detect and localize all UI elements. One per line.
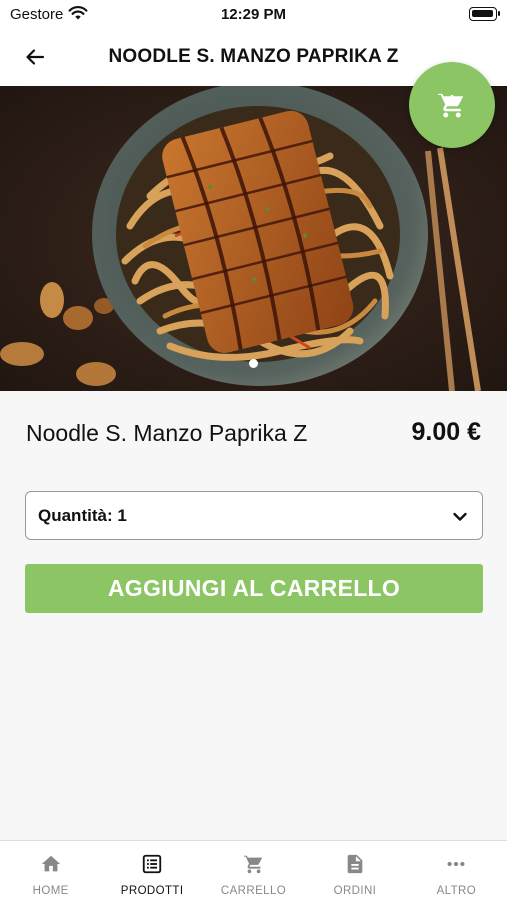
tab-label: ALTRO: [436, 885, 477, 897]
tab-home[interactable]: HOME: [0, 841, 101, 900]
page-title: NOODLE S. MANZO PAPRIKA Z: [108, 46, 399, 67]
tab-label: PRODOTTI: [120, 885, 184, 897]
tab-ordini[interactable]: ORDINI: [304, 841, 405, 900]
product-price: 9.00 €: [411, 418, 481, 446]
status-bar: Gestore 12:29 PM: [0, 0, 507, 30]
tab-prodotti[interactable]: PRODOTTI: [101, 841, 202, 900]
tab-label: ORDINI: [333, 885, 377, 897]
cart-fab-button[interactable]: [409, 62, 495, 148]
cart-icon: [243, 854, 262, 874]
tab-label: HOME: [32, 885, 69, 897]
more-icon: [447, 861, 465, 867]
tab-label: CARRELLO: [220, 885, 287, 897]
add-to-cart-button[interactable]: AGGIUNGI AL CARRELLO: [25, 564, 483, 613]
tab-carrello[interactable]: CARRELLO: [203, 841, 304, 900]
cart-icon: [438, 92, 464, 118]
carousel-page-indicator[interactable]: [249, 359, 258, 368]
product-name: Noodle S. Manzo Paprika Z: [26, 420, 308, 446]
document-icon: [347, 854, 363, 874]
bottom-tab-bar: HOME PRODOTTI CARRELLO ORDINI ALTRO: [0, 840, 507, 900]
quantity-select[interactable]: Quantità: 1: [25, 491, 483, 540]
battery-icon: [469, 7, 500, 21]
home-icon: [41, 855, 60, 872]
tab-altro[interactable]: ALTRO: [406, 841, 507, 900]
chevron-down-icon: [453, 512, 467, 521]
quantity-label: Quantità: 1: [38, 506, 127, 525]
list-icon: [142, 854, 162, 874]
status-time: 12:29 PM: [220, 6, 287, 23]
